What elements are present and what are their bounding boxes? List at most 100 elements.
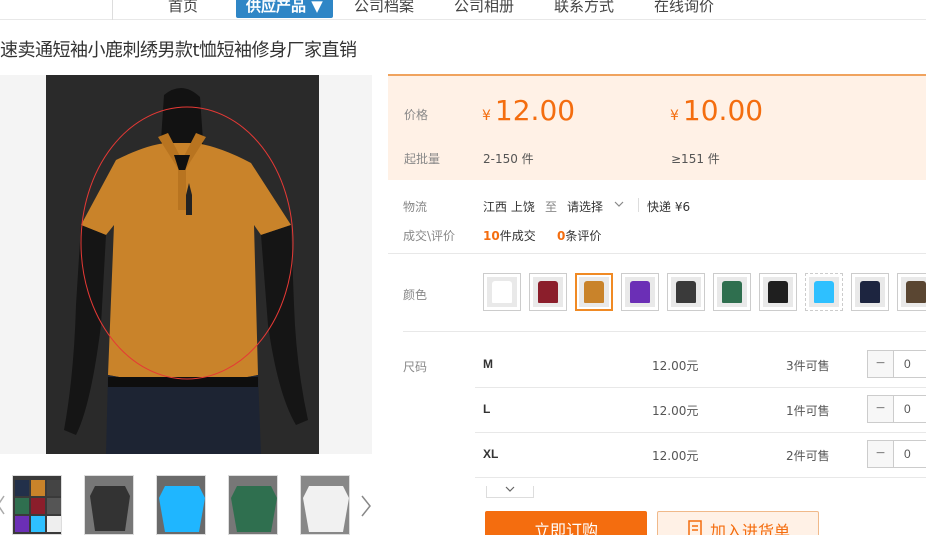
add-to-cart-label: 加入进货单 [709, 522, 790, 535]
size-name: L [483, 402, 491, 416]
swatch-shirt [538, 281, 558, 303]
thumb-prev-arrow[interactable] [0, 490, 6, 520]
nav-divider [112, 0, 113, 20]
color-swatch-10[interactable] [897, 273, 926, 311]
express-fee: 快递 ¥6 [647, 200, 691, 214]
swatch-shirt [676, 281, 696, 303]
color-swatch-7[interactable] [759, 273, 797, 311]
color-swatch-5[interactable] [667, 273, 705, 311]
swatch-shirt [722, 281, 742, 303]
nav-company-profile[interactable]: 公司档案 [354, 0, 414, 18]
thumb-next-arrow[interactable] [358, 492, 374, 520]
buy-now-button[interactable]: 立即订购 [485, 511, 647, 535]
quantity-input[interactable]: 0 [904, 357, 911, 371]
price-tier-2-value: 10.00 [682, 94, 764, 127]
minus-button[interactable]: − [868, 441, 894, 467]
price-tier-1: ¥12.00 [482, 94, 575, 127]
size-label: 尺码 [403, 360, 428, 374]
section-divider [403, 331, 926, 332]
swatch-image [809, 277, 839, 307]
size-price: 12.00元 [652, 359, 699, 373]
color-swatch-8[interactable] [805, 273, 843, 311]
size-price: 12.00元 [652, 404, 699, 418]
swatch-shirt [814, 281, 834, 303]
size-name: M [483, 357, 493, 371]
nav-contact[interactable]: 联系方式 [554, 0, 614, 18]
size-row-l: L 12.00元 1件可售 − 0 [475, 387, 926, 433]
swatch-shirt [860, 281, 880, 303]
nav-company-album[interactable]: 公司相册 [454, 0, 514, 18]
moq-label: 起批量 [404, 152, 441, 166]
reviews-suffix: 条评价 [565, 229, 602, 243]
logistics-panel: 物流 江西 上饶 至 请选择 快递 ¥6 成交\评价 10件成交 0条评价 [388, 180, 926, 254]
swatch-image [625, 277, 655, 307]
swatch-image [901, 277, 926, 307]
nav-home[interactable]: 首页 [168, 0, 198, 18]
reviews-stat[interactable]: 0条评价 [557, 227, 601, 244]
color-swatch-1[interactable] [483, 273, 521, 311]
swatch-image [579, 277, 609, 307]
price-tier-2: ¥10.00 [670, 94, 763, 127]
color-label: 颜色 [403, 288, 428, 302]
expand-sizes-button[interactable] [486, 486, 534, 498]
main-product-image[interactable] [46, 75, 319, 454]
quantity-stepper: − 0 [867, 350, 926, 378]
deals-count: 10 [483, 229, 500, 243]
currency-symbol: ¥ [482, 108, 491, 124]
size-row-m: M 12.00元 3件可售 − 0 [475, 342, 926, 388]
swatch-shirt [906, 281, 926, 303]
color-swatch-3[interactable] [575, 273, 613, 311]
thumbnail-5[interactable] [300, 475, 350, 535]
deals-label: 成交\评价 [403, 229, 456, 243]
minus-button[interactable]: − [868, 396, 894, 422]
swatch-image [671, 277, 701, 307]
size-stock: 2件可售 [786, 449, 830, 463]
color-swatch-4[interactable] [621, 273, 659, 311]
swatch-image [855, 277, 885, 307]
nav-products[interactable]: 供应产品 ▼ [236, 0, 333, 18]
main-image-area [0, 75, 372, 454]
size-stock: 3件可售 [786, 359, 830, 373]
swatch-shirt [768, 281, 788, 303]
quantity-input[interactable]: 0 [904, 402, 911, 416]
currency-symbol: ¥ [670, 108, 679, 124]
deals-stat[interactable]: 10件成交 [483, 227, 536, 244]
destination-select[interactable]: 请选择 [567, 198, 603, 215]
cart-list-icon [686, 513, 704, 535]
swatch-image [533, 277, 563, 307]
product-title: 速卖通短袖小鹿刺绣男款t恤短袖修身厂家直销 [0, 40, 357, 61]
logistics-divider [638, 198, 639, 212]
logistics-label: 物流 [403, 200, 428, 214]
color-swatch-2[interactable] [529, 273, 567, 311]
chevron-down-icon[interactable] [614, 198, 624, 212]
moq-tier-1: 2-150 件 [483, 152, 534, 166]
color-swatch-9[interactable] [851, 273, 889, 311]
minus-button[interactable]: − [868, 351, 894, 377]
thumbnail-3[interactable] [156, 475, 206, 535]
polo-shirt-photo [46, 75, 319, 454]
size-stock: 1件可售 [786, 404, 830, 418]
price-panel: 价格 ¥12.00 ¥10.00 起批量 2-150 件 ≥151 件 [388, 74, 926, 180]
swatch-shirt [492, 281, 512, 303]
size-price: 12.00元 [652, 449, 699, 463]
quantity-stepper: − 0 [867, 440, 926, 468]
thumbnail-4[interactable] [228, 475, 278, 535]
color-swatch-6[interactable] [713, 273, 751, 311]
thumbnail-1[interactable] [12, 475, 62, 535]
swatch-image [717, 277, 747, 307]
swatch-image [487, 277, 517, 307]
price-label: 价格 [404, 108, 429, 122]
deals-suffix: 件成交 [499, 229, 536, 243]
top-nav: 首页 供应产品 ▼ 公司档案 公司相册 联系方式 在线询价 [0, 0, 926, 20]
add-to-cart-button[interactable]: 加入进货单 [657, 511, 819, 535]
price-tier-1-value: 12.00 [494, 94, 576, 127]
thumbnail-strip [0, 470, 380, 535]
quantity-input[interactable]: 0 [904, 447, 911, 461]
thumbnail-2[interactable] [84, 475, 134, 535]
quantity-stepper: − 0 [867, 395, 926, 423]
size-row-xl: XL 12.00元 2件可售 − 0 [475, 432, 926, 478]
chevron-down-icon [505, 486, 515, 492]
nav-inquiry[interactable]: 在线询价 [654, 0, 714, 18]
swatch-shirt [584, 281, 604, 303]
swatch-image [763, 277, 793, 307]
